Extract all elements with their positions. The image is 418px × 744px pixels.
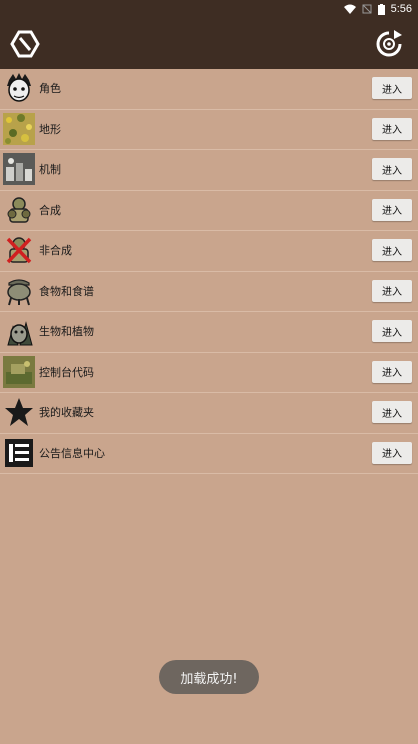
refresh-icon[interactable] <box>374 29 404 59</box>
list-icon <box>5 438 33 467</box>
menu-item-mechanism[interactable]: 机制 进入 <box>0 150 418 191</box>
menu-item-console[interactable]: 控制台代码 进入 <box>0 353 418 393</box>
enter-button[interactable]: 进入 <box>372 320 412 342</box>
enter-button[interactable]: 进入 <box>372 158 412 180</box>
crafting-icon <box>7 196 31 223</box>
crockpot-icon <box>7 278 31 305</box>
hexagon-slash-icon[interactable] <box>10 29 40 59</box>
non-crafting-icon <box>6 237 32 264</box>
enter-button[interactable]: 进入 <box>372 198 412 221</box>
enter-button[interactable]: 进入 <box>372 401 412 423</box>
enter-button[interactable]: 进入 <box>372 360 412 383</box>
menu-item-label: 生物和植物 <box>39 325 94 338</box>
menu-item-label: 我的收藏夹 <box>39 406 94 419</box>
enter-button[interactable]: 进入 <box>372 279 412 302</box>
menu-item-label: 合成 <box>39 203 61 217</box>
toast-message: 加载成功! <box>159 660 259 694</box>
menu-item-label: 食物和食谱 <box>39 284 94 298</box>
menu-item-announcements[interactable]: 公告信息中心 进入 <box>0 434 418 474</box>
menu-item-terrain[interactable]: 地形 进入 <box>0 110 418 150</box>
menu-item-label: 控制台代码 <box>39 365 94 379</box>
app-bar <box>0 18 418 69</box>
menu-item-label: 角色 <box>39 82 61 95</box>
menu-item-non-crafting[interactable]: 非合成 进入 <box>0 231 418 272</box>
enter-button[interactable]: 进入 <box>372 239 412 261</box>
menu-item-label: 公告信息中心 <box>39 446 105 460</box>
menu-item-character[interactable]: 角色 进入 <box>0 69 418 110</box>
menu-item-crafting[interactable]: 合成 进入 <box>0 191 418 231</box>
menu-item-favorites[interactable]: 我的收藏夹 进入 <box>0 393 418 434</box>
mechanism-icon <box>3 153 35 185</box>
menu-item-label: 机制 <box>39 163 61 176</box>
status-bar: 5:56 <box>0 0 418 18</box>
enter-button[interactable]: 进入 <box>372 441 412 464</box>
menu-item-label: 地形 <box>39 122 61 136</box>
battery-icon <box>377 3 385 15</box>
menu-item-food[interactable]: 食物和食谱 进入 <box>0 272 418 312</box>
wifi-icon <box>343 4 356 14</box>
enter-button[interactable]: 进入 <box>372 77 412 99</box>
status-time: 5:56 <box>390 3 412 15</box>
console-icon <box>3 355 35 388</box>
terrain-icon <box>3 112 35 145</box>
star-icon <box>5 398 33 426</box>
creature-icon <box>7 321 33 346</box>
menu-item-creatures[interactable]: 生物和植物 进入 <box>0 312 418 353</box>
no-sim-icon <box>362 4 372 14</box>
menu-item-label: 非合成 <box>39 244 72 257</box>
character-icon <box>7 73 31 102</box>
menu-list: 角色 进入 地形 进入 机制 进入 合成 进入 非合成 进入 食物和食谱 进入 … <box>0 69 418 474</box>
enter-button[interactable]: 进入 <box>372 117 412 140</box>
